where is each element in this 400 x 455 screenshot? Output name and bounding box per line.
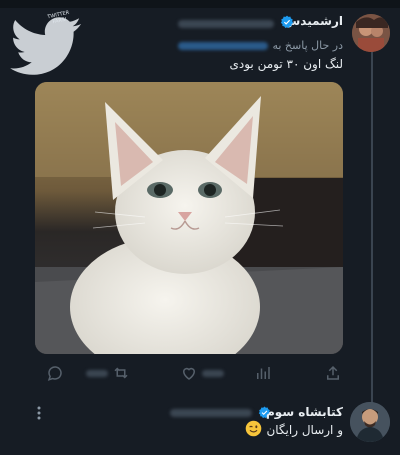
tweet-actions bbox=[40, 362, 350, 386]
like-count bbox=[202, 370, 224, 377]
like-icon[interactable] bbox=[180, 364, 198, 382]
reply-context-label: در حال پاسخ به bbox=[272, 39, 343, 52]
verified-badge-icon bbox=[280, 15, 294, 29]
avatar[interactable] bbox=[350, 402, 390, 442]
author-name[interactable]: کتابشاه سوم bbox=[266, 405, 343, 419]
views-icon[interactable] bbox=[254, 364, 272, 382]
share-icon[interactable] bbox=[324, 364, 342, 382]
thread-line bbox=[371, 52, 373, 407]
reply-handle[interactable] bbox=[178, 42, 268, 50]
retweet-icon[interactable] bbox=[112, 364, 130, 382]
reply-icon[interactable] bbox=[46, 364, 64, 382]
tweet-thread-screen: TWITTER FARSI ارشمیدس در حال پاسخ به لنگ… bbox=[0, 0, 400, 455]
avatar-image bbox=[350, 402, 390, 442]
author-handle bbox=[178, 20, 274, 28]
avatar-image bbox=[352, 14, 390, 52]
kitten-image bbox=[35, 82, 343, 354]
more-options-icon[interactable] bbox=[36, 405, 42, 421]
tweet-text: لنگ اون ۳۰ تومن بودی bbox=[229, 57, 344, 71]
avatar[interactable] bbox=[352, 14, 390, 52]
winking-face-emoji bbox=[245, 420, 262, 437]
kitten-photo[interactable] bbox=[35, 82, 343, 354]
reply-text: و ارسال رایگان bbox=[266, 423, 343, 437]
reply-count bbox=[86, 370, 108, 377]
author-handle bbox=[170, 409, 252, 417]
